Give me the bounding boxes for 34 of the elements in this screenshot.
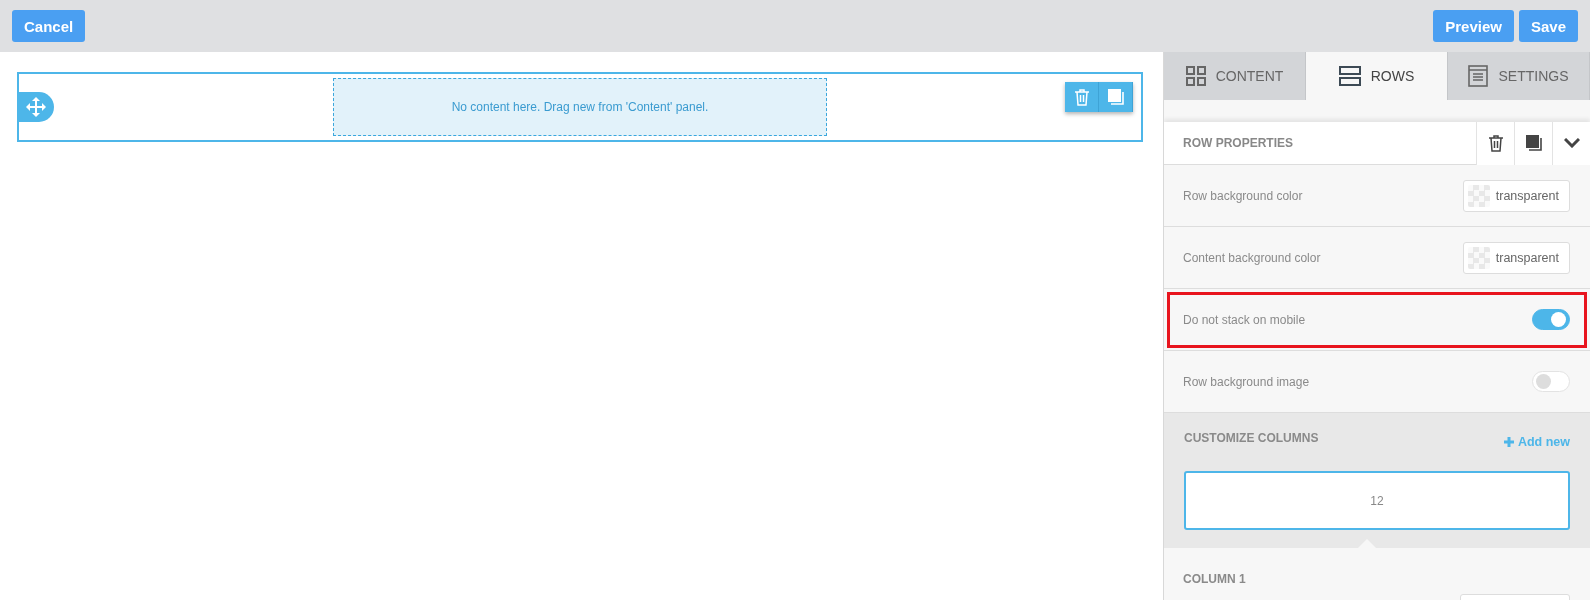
panel-tab[interactable]: ROWS <box>1306 52 1448 100</box>
preview-button[interactable]: Preview <box>1433 10 1514 42</box>
document-icon <box>1468 65 1489 87</box>
duplicate-icon <box>1524 134 1543 152</box>
collapse-button[interactable] <box>1552 121 1590 165</box>
property-label: Do not stack on mobile <box>1183 312 1306 327</box>
plus-icon <box>1503 437 1514 447</box>
property-label: Content background color <box>1183 250 1321 265</box>
content-row[interactable]: No content here. Drag new from 'Content' panel. <box>17 72 1143 142</box>
chevron-icon <box>1563 138 1580 148</box>
add-new-link[interactable]: Add new <box>1503 435 1570 449</box>
delete-button[interactable] <box>1476 121 1514 165</box>
toggle-switch[interactable] <box>1532 309 1570 330</box>
duplicate-row-button[interactable] <box>1099 82 1133 112</box>
delete-row-button[interactable] <box>1065 82 1099 112</box>
rows-icon <box>1338 66 1361 86</box>
column-block[interactable]: 12 <box>1184 471 1570 530</box>
duplicate-icon <box>1106 88 1125 106</box>
move-handle[interactable] <box>17 92 54 122</box>
section-title: CUSTOMIZE COLUMNS <box>1184 431 1319 445</box>
color-picker[interactable]: transparent <box>1462 179 1570 212</box>
move-icon <box>25 97 46 117</box>
property-label: Row background image <box>1183 374 1310 389</box>
save-button[interactable]: Save <box>1518 10 1578 42</box>
section-title: COLUMN 1 <box>1183 572 1247 586</box>
empty-drop-zone: No content here. Drag new from 'Content' panel. <box>333 78 827 136</box>
grid-icon <box>1185 66 1206 86</box>
duplicate-button[interactable] <box>1514 121 1552 165</box>
cancel-button[interactable]: Cancel <box>12 10 86 42</box>
trash-icon <box>1073 88 1090 106</box>
section-title: ROW PROPERTIES <box>1182 136 1294 150</box>
trash-icon <box>1487 134 1504 152</box>
property-label: Row background color <box>1183 188 1303 203</box>
color-picker[interactable]: transparent <box>1462 241 1570 274</box>
